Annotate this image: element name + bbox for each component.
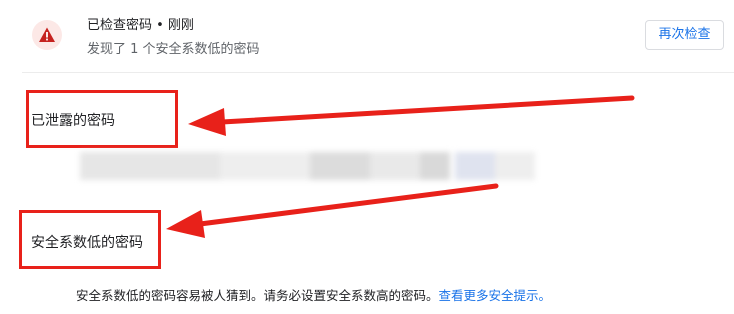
divider	[22, 72, 734, 73]
arrow-to-weak	[166, 183, 499, 238]
security-tips-link[interactable]: 查看更多安全提示。	[439, 288, 552, 303]
check-status-title: 已检查密码 • 刚刚	[87, 18, 194, 33]
weak-title-highlight-box	[19, 210, 161, 269]
leaked-title-highlight-box	[26, 90, 178, 148]
warning-triangle-icon	[32, 20, 62, 50]
recheck-button[interactable]: 再次检查	[645, 20, 724, 50]
blurred-password-row	[60, 146, 545, 188]
password-check-header: 已检查密码 • 刚刚 发现了 1 个安全系数低的密码 再次检查	[0, 0, 734, 72]
weak-password-info: 安全系数低的密码容易被人猜到。请务必设置安全系数高的密码。查看更多安全提示。	[76, 285, 551, 304]
arrow-to-leaked	[188, 95, 635, 136]
weak-password-info-text: 安全系数低的密码容易被人猜到。请务必设置安全系数高的密码。	[76, 288, 439, 303]
check-status-subtitle: 发现了 1 个安全系数低的密码	[87, 42, 260, 57]
